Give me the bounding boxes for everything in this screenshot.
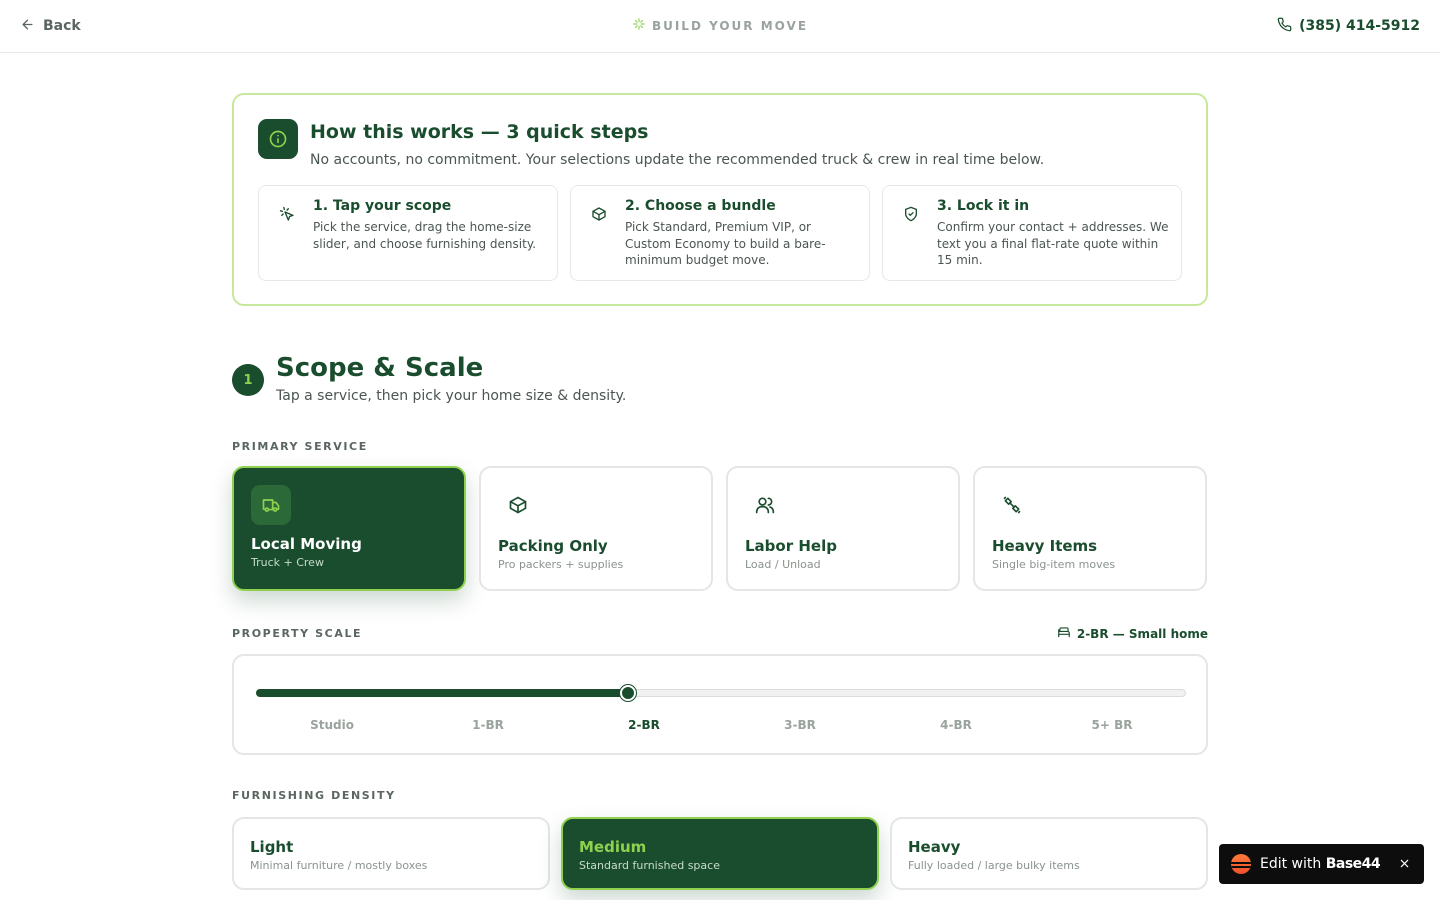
property-scale-ticks: Studio 1-BR 2-BR 3-BR 4-BR 5+ BR xyxy=(254,718,1190,732)
step-title: 2. Choose a bundle xyxy=(625,198,776,214)
service-desc: Truck + Crew xyxy=(251,556,324,569)
step-card: 3. Lock it in Confirm your contact + add… xyxy=(882,185,1182,281)
density-desc: Standard furnished space xyxy=(579,859,720,872)
info-title: How this works — 3 quick steps xyxy=(310,121,649,143)
step-card: 1. Tap your scope Pick the service, drag… xyxy=(258,185,558,281)
service-option-heavy-items[interactable]: Heavy Items Single big-item moves xyxy=(973,466,1207,591)
service-options: Local Moving Truck + Crew Packing Only P… xyxy=(232,466,1207,591)
scale-tick-5br[interactable]: 5+ BR xyxy=(1034,718,1190,732)
step-desc: Pick the service, drag the home-size sli… xyxy=(313,220,537,251)
step-title: 1. Tap your scope xyxy=(313,198,452,214)
close-icon[interactable] xyxy=(1396,855,1412,871)
density-name: Heavy xyxy=(908,838,961,856)
property-scale-value: 2-BR — Small home xyxy=(1057,625,1208,642)
property-scale-slider-track[interactable] xyxy=(256,689,1186,697)
badge-brand: Base44 xyxy=(1325,856,1381,872)
pointer-click-icon xyxy=(279,206,295,222)
property-scale-label: PROPERTY SCALE xyxy=(232,627,363,640)
scale-tick-2br[interactable]: 2-BR xyxy=(566,718,722,732)
service-option-labor-help[interactable]: Labor Help Load / Unload xyxy=(726,466,960,591)
top-bar: Back BUILD YOUR MOVE (385) 414-5912 xyxy=(0,0,1440,53)
info-icon xyxy=(258,119,298,159)
density-name: Medium xyxy=(579,838,647,856)
sparkles-icon xyxy=(632,17,646,34)
section-subtitle: Tap a service, then pick your home size … xyxy=(276,388,627,404)
density-name: Light xyxy=(250,838,294,856)
scale-tick-3br[interactable]: 3-BR xyxy=(722,718,878,732)
brand-title: BUILD YOUR MOVE xyxy=(620,17,820,34)
step-desc: Pick Standard, Premium VIP, or Custom Ec… xyxy=(625,220,826,267)
users-icon xyxy=(745,485,785,525)
brand-label: BUILD YOUR MOVE xyxy=(651,18,809,33)
service-desc: Single big-item moves xyxy=(992,558,1116,571)
shield-check-icon xyxy=(903,206,919,222)
edit-with-base44-badge[interactable]: Edit with Base44 xyxy=(1219,844,1424,884)
density-options: Light Minimal furniture / mostly boxes M… xyxy=(232,817,1208,890)
step-desc: Confirm your contact + addresses. We tex… xyxy=(937,220,1169,267)
how-it-works-card: How this works — 3 quick steps No accoun… xyxy=(232,93,1208,306)
truck-icon xyxy=(251,485,291,525)
phone-number: (385) 414-5912 xyxy=(1299,18,1420,34)
service-name: Labor Help xyxy=(745,537,837,555)
service-name: Heavy Items xyxy=(992,537,1098,555)
service-option-local-moving[interactable]: Local Moving Truck + Crew xyxy=(232,466,466,591)
steps-list: 1. Tap your scope Pick the service, drag… xyxy=(258,185,1182,281)
service-option-packing-only[interactable]: Packing Only Pro packers + supplies xyxy=(479,466,713,591)
density-option-heavy[interactable]: Heavy Fully loaded / large bulky items xyxy=(890,817,1208,890)
density-option-medium[interactable]: Medium Standard furnished space xyxy=(561,817,879,890)
scale-tick-1br[interactable]: 1-BR xyxy=(410,718,566,732)
back-label: Back xyxy=(43,18,81,34)
phone-link[interactable]: (385) 414-5912 xyxy=(1277,15,1420,37)
property-scale-slider-fill xyxy=(256,689,629,697)
phone-icon xyxy=(1277,17,1292,36)
base44-logo-icon xyxy=(1231,854,1251,874)
bed-icon xyxy=(1057,625,1071,642)
section-title: Scope & Scale xyxy=(276,353,484,383)
service-name: Packing Only xyxy=(498,537,608,555)
scale-tick-4br[interactable]: 4-BR xyxy=(878,718,1034,732)
section-number-badge: 1 xyxy=(232,364,264,396)
package-icon xyxy=(591,206,607,222)
density-desc: Minimal furniture / mostly boxes xyxy=(250,859,428,872)
density-option-light[interactable]: Light Minimal furniture / mostly boxes xyxy=(232,817,550,890)
dumbbell-icon xyxy=(992,485,1032,525)
info-subtitle: No accounts, no commitment. Your selecti… xyxy=(310,152,1045,168)
primary-service-label: PRIMARY SERVICE xyxy=(232,440,368,453)
furnishing-density-label: FURNISHING DENSITY xyxy=(232,789,396,802)
property-scale-slider-handle[interactable] xyxy=(620,685,636,701)
step-card: 2. Choose a bundle Pick Standard, Premiu… xyxy=(570,185,870,281)
service-name: Local Moving xyxy=(251,535,362,553)
service-desc: Load / Unload xyxy=(745,558,821,571)
badge-text: Edit with Base44 xyxy=(1260,856,1381,872)
service-desc: Pro packers + supplies xyxy=(498,558,624,571)
property-scale-card: Studio 1-BR 2-BR 3-BR 4-BR 5+ BR xyxy=(232,654,1208,755)
density-desc: Fully loaded / large bulky items xyxy=(908,859,1080,872)
arrow-left-icon xyxy=(20,17,35,36)
package-icon xyxy=(498,485,538,525)
back-button[interactable]: Back xyxy=(20,15,81,37)
property-scale-value-text: 2-BR — Small home xyxy=(1076,626,1208,641)
scale-tick-studio[interactable]: Studio xyxy=(254,718,410,732)
step-title: 3. Lock it in xyxy=(937,198,1030,214)
badge-prefix: Edit with xyxy=(1260,856,1326,872)
